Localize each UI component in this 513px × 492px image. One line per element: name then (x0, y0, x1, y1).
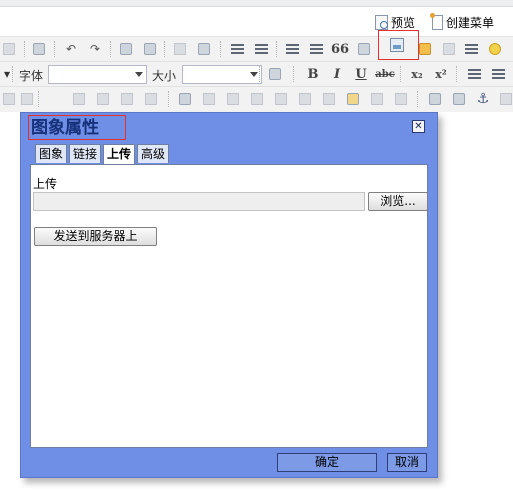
toolbar-separator (110, 41, 114, 57)
size-select[interactable] (182, 65, 262, 84)
toolbar-separator (38, 91, 42, 107)
link-icon[interactable] (426, 90, 444, 108)
replace-icon[interactable] (141, 40, 159, 58)
indent-icon[interactable] (307, 40, 325, 58)
toolbar-separator (259, 66, 263, 82)
style-combo-arrow[interactable]: ▾ (4, 67, 10, 81)
hidden-field-icon[interactable] (248, 90, 266, 108)
undo-icon[interactable]: ↶ (62, 40, 80, 58)
copy-format-icon[interactable] (392, 90, 410, 108)
tab-advanced[interactable]: 高级 (137, 144, 170, 163)
dialog-title-highlight (28, 115, 126, 140)
form-select-icon[interactable] (142, 90, 160, 108)
find-icon[interactable] (117, 40, 135, 58)
preview-button[interactable]: 预览 (375, 13, 415, 31)
close-icon[interactable]: ✕ (412, 120, 425, 133)
toolbar-separator (417, 91, 421, 107)
toolbar-separator (456, 66, 460, 82)
media-icon[interactable] (296, 90, 314, 108)
dialog-tabs: 图象 链接 上传 高级 (35, 144, 170, 165)
toolbar-separator (276, 41, 280, 57)
toolbar-separator (220, 41, 224, 57)
send-to-server-button[interactable]: 发送到服务器上 (34, 227, 157, 246)
image-button-icon[interactable] (224, 90, 242, 108)
spellcheck-icon[interactable] (30, 40, 48, 58)
upload-panel: 上传 浏览... 发送到服务器上 (30, 164, 428, 448)
toolbar-separator (293, 66, 297, 82)
toolbar-row-3: ⚓ (0, 86, 513, 112)
toolbar-separator (164, 41, 168, 57)
toolbar-separator (54, 41, 58, 57)
div-container-icon[interactable] (355, 40, 373, 58)
ok-button[interactable]: 确定 (277, 453, 377, 472)
toolbar-separator (12, 66, 16, 82)
toolbar-row-1: ↶ ↷ 66 (0, 36, 513, 62)
bold-button[interactable]: B (304, 65, 322, 83)
superscript-button[interactable]: x² (432, 65, 450, 83)
outdent-icon[interactable] (283, 40, 301, 58)
align-left-icon[interactable] (465, 65, 483, 83)
bulleted-list-icon[interactable] (252, 40, 270, 58)
file-path-input[interactable] (33, 192, 365, 211)
image-properties-dialog: 图象属性 ✕ 图象 链接 上传 高级 上传 浏览... 发送到服务器上 确定 取… (20, 112, 438, 478)
tab-image[interactable]: 图象 (35, 144, 68, 163)
toolbar-separator (24, 41, 28, 57)
horizontal-rule-icon[interactable] (462, 40, 480, 58)
toolbar-overflow-icon[interactable] (497, 90, 513, 108)
preview-icon (375, 14, 388, 30)
form-checkbox-icon[interactable] (18, 90, 36, 108)
select-all-icon[interactable] (171, 40, 189, 58)
editor-top-strip (0, 0, 513, 7)
redo-icon[interactable]: ↷ (86, 40, 104, 58)
align-center-icon[interactable] (489, 65, 507, 83)
document-icon[interactable] (368, 90, 386, 108)
toolbar-separator (400, 66, 404, 82)
create-menu-label: 创建菜单 (446, 15, 495, 30)
form-textarea-icon[interactable] (118, 90, 136, 108)
form-textfield-icon[interactable] (94, 90, 112, 108)
italic-button[interactable]: I (328, 65, 346, 83)
cancel-button[interactable]: 取消 (387, 453, 427, 472)
subscript-button[interactable]: x₂ (408, 65, 426, 83)
create-menu-button[interactable]: 创建菜单 (430, 12, 495, 31)
toolbar-row-2: ▾ 字体 大小 B I U abc x₂ x² (0, 61, 513, 87)
toolbar-separator (168, 91, 172, 107)
form-radio-icon[interactable] (70, 90, 88, 108)
preview-label: 预览 (391, 15, 416, 30)
form-icon[interactable] (0, 90, 18, 108)
pencil-icon[interactable] (176, 90, 194, 108)
page-break-icon[interactable] (344, 90, 362, 108)
new-page-icon (430, 12, 443, 30)
text-color-icon[interactable] (266, 65, 284, 83)
top-action-bar: 预览 创建菜单 (0, 7, 513, 35)
table-icon[interactable] (440, 40, 458, 58)
numbered-list-icon[interactable] (228, 40, 246, 58)
form-button-icon[interactable] (200, 90, 218, 108)
template-icon[interactable] (320, 90, 338, 108)
unlink-icon[interactable] (450, 90, 468, 108)
underline-button[interactable]: U (352, 65, 370, 83)
browse-button[interactable]: 浏览... (368, 192, 428, 211)
anchor-icon[interactable]: ⚓ (474, 90, 492, 108)
tab-link[interactable]: 链接 (69, 144, 102, 163)
size-label: 大小 (152, 69, 177, 83)
tab-upload[interactable]: 上传 (103, 144, 136, 165)
paste-icon[interactable] (0, 40, 18, 58)
font-select[interactable] (48, 65, 147, 84)
upload-label: 上传 (33, 177, 58, 191)
blockquote-icon[interactable]: 66 (331, 40, 349, 58)
table-layout-icon[interactable] (272, 90, 290, 108)
strikethrough-button[interactable]: abc (375, 65, 395, 83)
insert-image-icon[interactable] (390, 38, 404, 52)
font-label: 字体 (19, 69, 44, 83)
smiley-icon[interactable] (486, 40, 504, 58)
eraser-icon[interactable] (195, 40, 213, 58)
